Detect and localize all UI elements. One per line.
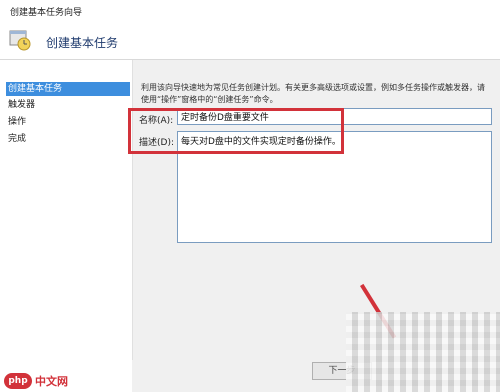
- watermark-text: 中文网: [35, 375, 68, 388]
- highlight-box: [128, 108, 344, 154]
- step-finish[interactable]: 完成: [6, 132, 130, 146]
- watermark: php 中文网: [4, 372, 68, 390]
- step-action[interactable]: 操作: [6, 115, 130, 129]
- wizard-description: 利用该向导快速地为常见任务创建计划。有关更多高级选项或设置，例如多任务操作或触发…: [141, 83, 485, 104]
- page-title: 创建基本任务: [46, 36, 119, 50]
- step-create-basic-task[interactable]: 创建基本任务: [6, 82, 130, 96]
- mosaic-blur: [346, 312, 500, 392]
- watermark-logo: php: [4, 373, 32, 389]
- wizard-header: 创建基本任务: [0, 22, 500, 60]
- title-bar: 创建基本任务向导: [0, 0, 500, 22]
- step-trigger[interactable]: 触发器: [6, 98, 130, 112]
- window-title: 创建基本任务向导: [10, 8, 83, 18]
- task-wizard-icon: [8, 28, 32, 52]
- wizard-steps: 创建基本任务 触发器 操作 完成: [0, 60, 132, 392]
- wizard-window: 创建基本任务向导 创建基本任务 创建基本任务 触发器 操作 完成 利用该向导快速…: [0, 0, 500, 392]
